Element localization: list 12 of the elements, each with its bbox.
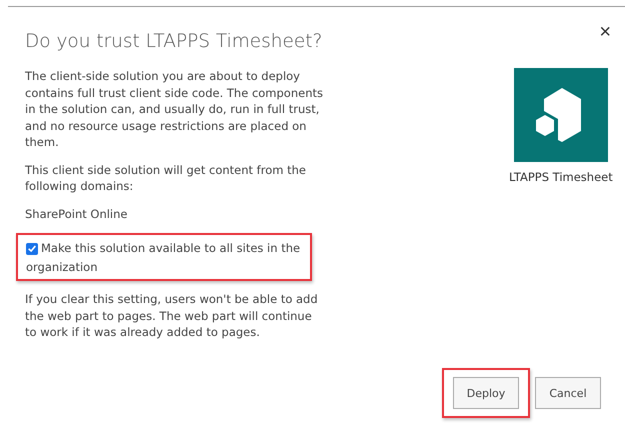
app-logo-icon xyxy=(514,68,608,162)
app-name: LTAPPS Timesheet xyxy=(509,170,613,184)
deploy-button[interactable]: Deploy xyxy=(453,377,519,409)
close-button[interactable]: × xyxy=(595,21,615,44)
checkbox-icon[interactable] xyxy=(26,242,38,254)
domains-paragraph: This client side solution will get content from the following domains: xyxy=(25,162,307,194)
cancel-button[interactable]: Cancel xyxy=(535,377,601,409)
domain-text: SharePoint Online xyxy=(25,206,128,222)
option-checkbox[interactable]: Make this solution available to all sites in the organization xyxy=(26,239,306,277)
note-paragraph: If you clear this setting, users won't be able to add the web part to pages. The web part will continue to work if it was already added to pages. xyxy=(25,291,319,340)
intro-paragraph: The client-side solution you are about to deploy contains full trust client side code. The components in the solution can, and usually do, run in full trust, and no resource usage restrictions are placed on them. xyxy=(25,68,324,150)
dialog-title: Do you trust LTAPPS Timesheet? xyxy=(25,31,322,52)
